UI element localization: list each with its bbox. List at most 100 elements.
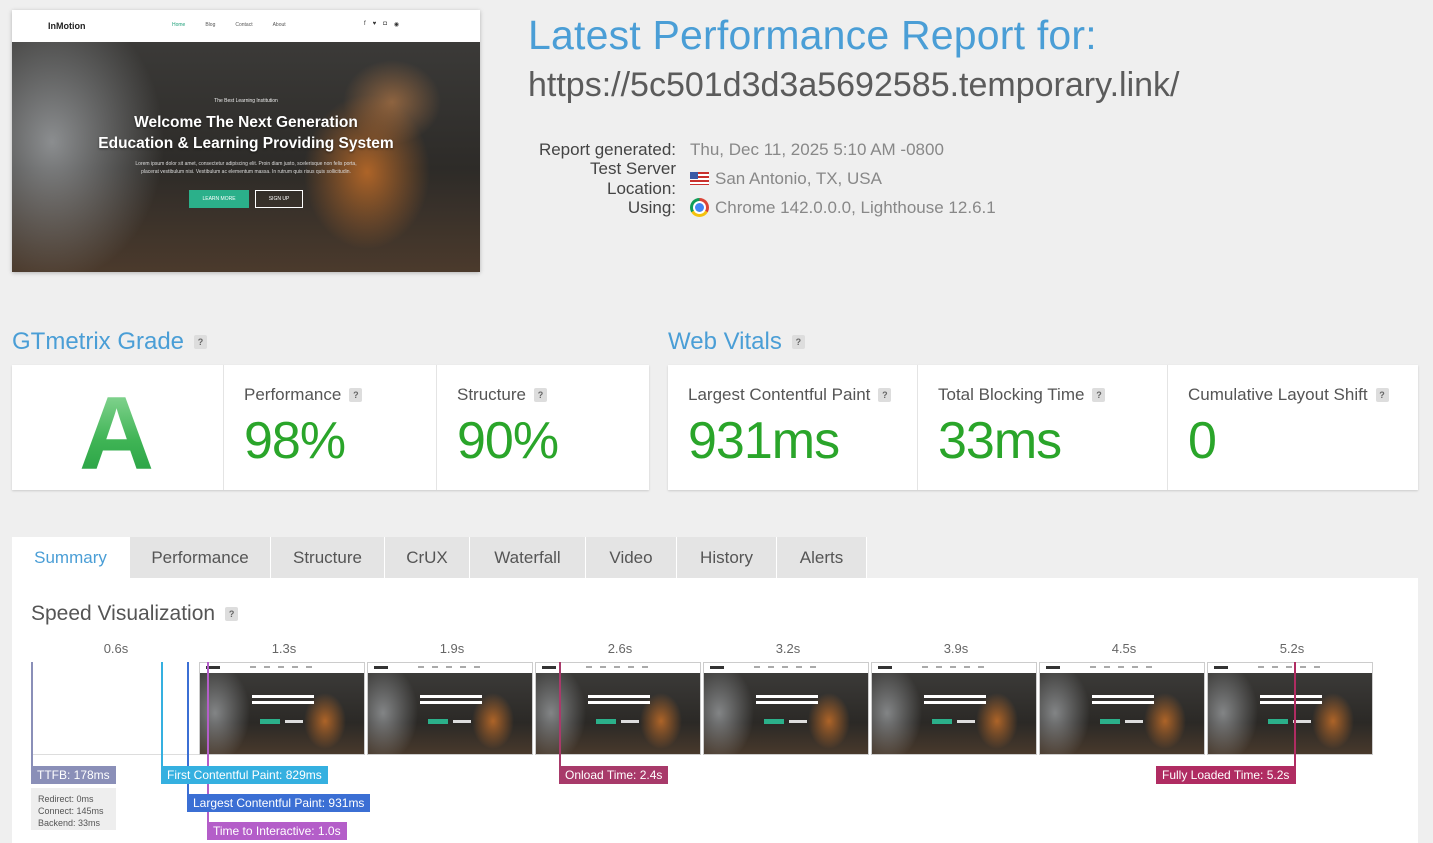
lcp-label: Largest Contentful Paint [688,385,871,404]
speed-visualization-heading: Speed Visualization ? [31,602,239,626]
report-generated-label: Report generated: [538,139,676,159]
ttfb-details: Redirect: 0ms Connect: 145ms Backend: 33… [31,788,116,830]
gtmetrix-grade-heading: GTmetrix Grade ? [12,328,208,356]
report-url[interactable]: https://5c501d3d3a5692585.temporary.link… [528,66,1179,105]
thumb-kicker: The Best Learning Institution [214,98,278,104]
tab-alerts[interactable]: Alerts [777,537,867,578]
fully-loaded-label: Fully Loaded Time: 5.2s [1156,766,1296,784]
performance-label: Performance [244,385,342,404]
report-generated-value: Thu, Dec 11, 2025 5:10 AM -0800 [690,139,944,159]
tick-label: 2.6s [607,641,633,656]
tick-label: 3.2s [775,641,801,656]
filmstrip-frame[interactable] [871,662,1037,755]
report-meta: Report generated: Thu, Dec 11, 2025 5:10… [528,135,996,222]
grade-letter: A [79,376,155,492]
server-location-value: San Antonio, TX, USA [715,168,882,188]
grade-card: A [12,365,224,492]
thumb-headline-line2: Education & Learning Providing System [98,135,394,152]
thumb-sign-up-button: SIGN UP [255,190,303,208]
tick-label: 5.2s [1279,641,1305,656]
vitals-cards: Largest Contentful Paint? 931ms Total Bl… [668,365,1418,490]
cls-label: Cumulative Layout Shift [1188,385,1368,404]
facebook-icon: f [364,21,366,27]
gtmetrix-grade-title: GTmetrix Grade [12,328,185,355]
summary-panel: Speed Visualization ? 0.6s 1.3s 1.9s 2.6… [12,578,1418,843]
fcp-label: First Contentful Paint: 829ms [161,766,328,784]
help-icon[interactable]: ? [1092,388,1106,402]
tab-performance[interactable]: Performance [130,537,271,578]
tab-summary[interactable]: Summary [12,537,130,578]
thumb-nav-home: Home [172,22,186,28]
filmstrip-frame[interactable] [703,662,869,755]
backend-time: Backend: 33ms [38,818,101,828]
report-tabs: Summary Performance Structure CrUX Water… [12,537,867,578]
thumb-nav-links: Home Blog Contact About [172,22,286,28]
tick-label: 1.3s [271,641,297,656]
tbt-label: Total Blocking Time [938,385,1085,404]
onload-label: Onload Time: 2.4s [559,766,669,784]
web-vitals-title: Web Vitals [668,328,782,355]
thumb-social-icons: f ♥ ◘ ◉ [364,21,399,28]
connect-time: Connect: 145ms [38,806,104,816]
ttfb-label: TTFB: 178ms [31,766,116,784]
chrome-icon [690,198,709,217]
help-icon[interactable]: ? [878,388,892,402]
filmstrip-frame[interactable] [1039,662,1205,755]
using: Chrome 142.0.0.0, Lighthouse 12.6.1 [690,198,996,218]
tick-label: 3.9s [943,641,969,656]
lcp-value: 931ms [688,412,840,470]
twitter-icon: ♥ [372,21,377,27]
thumb-nav-about: About [272,22,286,28]
tti-marker-line [207,662,209,840]
redirect-time: Redirect: 0ms [38,794,94,804]
filmstrip-frame[interactable] [199,662,365,755]
tti-label: Time to Interactive: 1.0s [207,822,347,840]
tab-waterfall[interactable]: Waterfall [470,537,586,578]
help-icon[interactable]: ? [1375,388,1389,402]
tab-history[interactable]: History [677,537,777,578]
web-vitals-heading: Web Vitals ? [668,328,805,356]
using-value: Chrome 142.0.0.0, Lighthouse 12.6.1 [715,197,996,217]
structure-label: Structure [457,385,526,404]
lcp-label: Largest Contentful Paint: 931ms [187,794,371,812]
help-icon[interactable]: ? [533,388,547,402]
filmstrip-blank-frame [31,662,199,755]
instagram-icon: ◘ [383,21,387,27]
cls-card: Cumulative Layout Shift? 0 [1168,365,1418,490]
tick-label: 1.9s [439,641,465,656]
thumb-logo: InMotion [48,21,86,31]
thumb-nav-blog: Blog [205,22,216,28]
performance-card: Performance? 98% [224,365,437,490]
tab-video[interactable]: Video [586,537,677,578]
filmstrip-frame[interactable] [367,662,533,755]
help-icon[interactable]: ? [791,335,805,349]
thumb-navbar: InMotion Home Blog Contact About f ♥ ◘ ◉ [12,10,480,42]
grade-cards: A Performance? 98% Structure? 90% [12,365,649,492]
tick-label: 4.5s [1111,641,1137,656]
thumb-nav-contact: Contact [235,22,253,28]
filmstrip-frame[interactable] [1207,662,1373,755]
server-location: San Antonio, TX, USA [690,169,882,189]
speed-visualization-title: Speed Visualization [31,602,216,625]
structure-score: 90% [457,412,559,470]
thumb-hero: The Best Learning Institution Welcome Th… [12,42,480,272]
cls-value: 0 [1188,412,1217,470]
lcp-marker-line [187,662,189,812]
thumb-subtext: Lorem ipsum dolor sit amet, consectetur … [135,161,357,175]
help-icon[interactable]: ? [194,335,208,349]
performance-score: 98% [244,412,346,470]
tab-crux[interactable]: CrUX [385,537,470,578]
pinterest-icon: ◉ [393,22,400,28]
lcp-card: Largest Contentful Paint? 931ms [668,365,918,490]
structure-card: Structure? 90% [437,365,649,490]
help-icon[interactable]: ? [349,388,363,402]
us-flag-icon [690,172,709,185]
server-location-label: Test Server Location: [590,158,676,198]
tbt-card: Total Blocking Time? 33ms [918,365,1168,490]
help-icon[interactable]: ? [225,607,239,621]
report-title: Latest Performance Report for: [528,12,1097,58]
thumb-learn-more-button: LEARN MORE [189,190,249,208]
using-label: Using: [627,197,676,217]
tab-structure[interactable]: Structure [271,537,385,578]
site-screenshot-thumbnail: InMotion Home Blog Contact About f ♥ ◘ ◉… [12,10,480,272]
